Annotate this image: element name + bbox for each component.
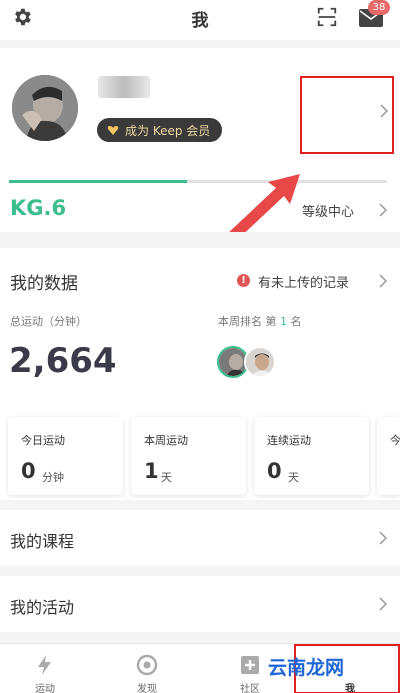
stat-card-title: 今日运动 [21,434,65,447]
my-data-section: 我的数据 ! 有未上传的记录 总运动（分钟） 本周排名 第 1 名 2,664 … [0,248,400,500]
stat-card-title: 连续运动 [267,434,311,447]
tab-discover[interactable]: 发现 [107,644,187,693]
stat-card-unit: 天 [288,471,299,484]
stat-card-value: 0 [21,459,36,483]
divider [0,566,400,576]
divider [0,232,400,248]
discover-icon [136,654,158,676]
tab-label: 社区 [240,684,260,693]
stat-card-streak[interactable]: 连续运动 0 天 [254,417,369,495]
divider [0,632,400,643]
my-activities-label: 我的活动 [10,598,75,617]
my-data-title: 我的数据 [10,274,78,294]
bolt-icon [38,655,51,675]
tab-label: 发现 [137,684,157,693]
rank-block: 本周排名 第 1 名 [218,313,302,329]
rank-avatar[interactable] [244,346,276,378]
my-courses-row[interactable]: 我的课程 [0,510,400,566]
stat-card-unit: 分钟 [42,471,64,484]
stat-card-unit: 天 [161,471,172,484]
divider [0,500,400,510]
chevron-right-icon [379,531,388,545]
stat-card-week[interactable]: 本周运动 1 天 [131,417,246,495]
stat-card-value: 1 [144,459,159,483]
watermark: 云南龙网 [268,657,345,679]
my-courses-label: 我的课程 [10,532,75,551]
community-icon [241,656,259,674]
upload-warning[interactable]: 有未上传的记录 [258,272,349,291]
stat-card-title: 今 [390,434,400,447]
stat-card-partial[interactable]: 今 [377,417,400,495]
tab-label: 运动 [35,684,55,693]
stat-card-title: 本周运动 [144,434,188,447]
my-activities-row[interactable]: 我的活动 [0,576,400,632]
total-minutes: 2,664 [9,341,117,381]
stat-card-today[interactable]: 今日运动 0 分钟 [8,417,123,495]
warning-icon: ! [237,274,250,287]
rank-label: 本周排名 [218,315,262,328]
total-label: 总运动（分钟） [10,315,87,328]
rank-value: 第 1 名 [265,315,302,328]
tab-sport[interactable]: 运动 [5,644,85,693]
chevron-right-icon[interactable] [378,274,388,288]
chevron-right-icon [379,597,388,611]
stat-card-value: 0 [267,459,282,483]
